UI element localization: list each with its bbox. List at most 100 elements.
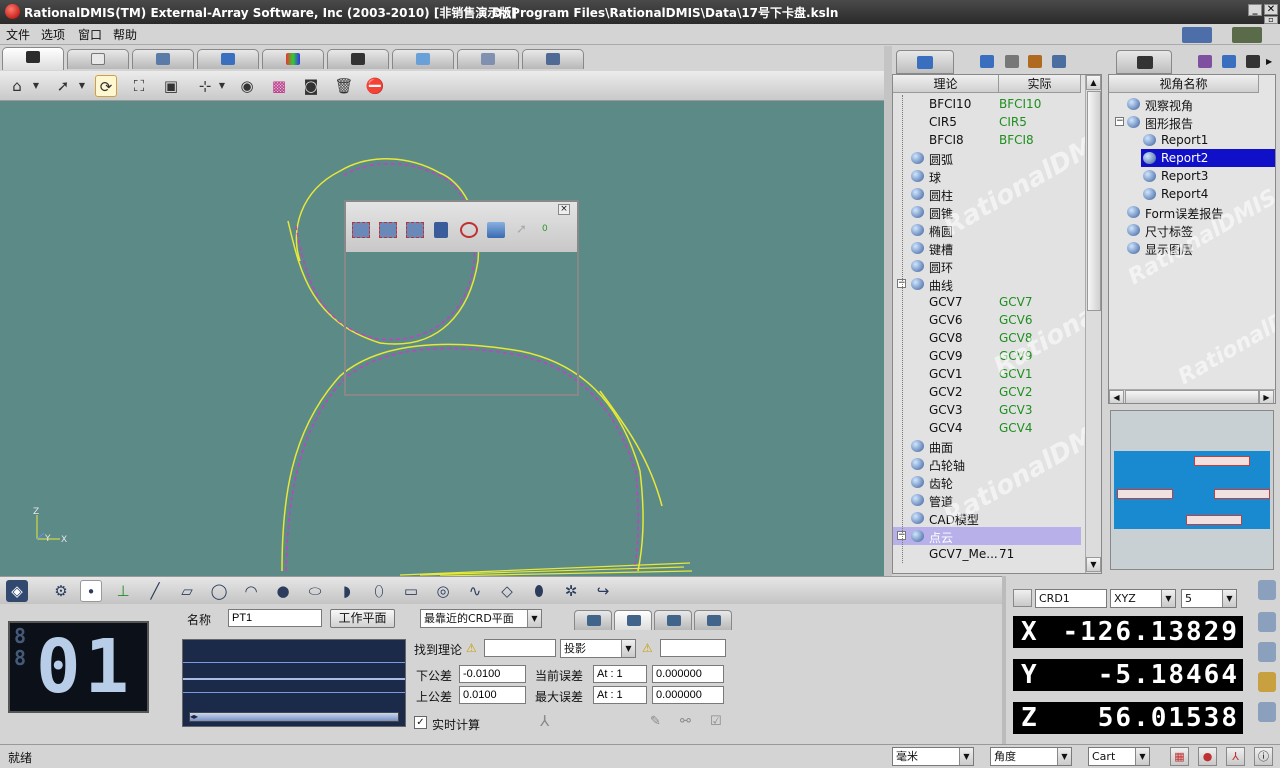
- cursor-icon[interactable]: ➚: [516, 222, 532, 238]
- probe-icon[interactable]: ⚙: [50, 580, 72, 602]
- restore-button[interactable]: ▫: [1264, 16, 1278, 24]
- axis-view-icon[interactable]: ⊹: [194, 75, 216, 97]
- tab-hand[interactable]: [327, 49, 389, 69]
- floating-toolbar-window[interactable]: × ➚ 0: [344, 200, 579, 396]
- column-header-view-name[interactable]: 视角名称: [1109, 75, 1259, 93]
- tree-row[interactable]: GCV3 GCV3: [893, 401, 1081, 419]
- projection-select[interactable]: 投影 ▼: [560, 639, 636, 658]
- shield-icon[interactable]: [1258, 702, 1276, 722]
- curve-preview-graph[interactable]: ◂▸: [182, 639, 406, 727]
- gear-icon[interactable]: [1258, 672, 1276, 692]
- zoom-fit-icon[interactable]: ⛶: [128, 75, 150, 97]
- tab-feature-settings[interactable]: [694, 610, 732, 630]
- scroll-thumb[interactable]: [1087, 91, 1101, 311]
- menu-help[interactable]: 帮助: [113, 26, 137, 43]
- eye-icon[interactable]: ◉: [236, 75, 258, 97]
- coord-mode-select[interactable]: Cart ▼: [1088, 747, 1150, 766]
- slot-icon[interactable]: ▭: [400, 580, 422, 602]
- zoom-window-icon[interactable]: ▣: [160, 75, 182, 97]
- label-icon[interactable]: [1028, 55, 1042, 68]
- surface-icon[interactable]: ◇: [496, 580, 518, 602]
- tree-row[interactable]: 键槽: [893, 239, 1081, 257]
- ellipse-icon[interactable]: ⬯: [368, 580, 390, 602]
- measure-mode-icon[interactable]: ◈: [6, 580, 28, 602]
- upper-tolerance-input[interactable]: [459, 686, 526, 704]
- report-preview[interactable]: [1110, 410, 1274, 570]
- view-tree-row[interactable]: Report1: [1141, 131, 1275, 149]
- delete-feature-icon[interactable]: ⛔: [364, 75, 386, 97]
- scroll-up-icon[interactable]: ▲: [1086, 75, 1101, 90]
- point-icon[interactable]: •: [80, 580, 102, 602]
- lock-icon[interactable]: [1013, 589, 1032, 607]
- feature-name-input[interactable]: [228, 609, 322, 627]
- chevron-down-icon[interactable]: ▼: [76, 75, 88, 97]
- view-tree-row[interactable]: 图形报告: [1125, 113, 1265, 131]
- chevron-down-icon[interactable]: ▼: [216, 75, 228, 97]
- tree-row[interactable]: BFCI10 BFCI10: [893, 95, 1081, 113]
- tree-row[interactable]: 椭圆: [893, 221, 1081, 239]
- cursor-icon[interactable]: ➚: [52, 75, 74, 97]
- feature-tree-panel[interactable]: 理论 实际 BFCI10 BFCI10 CIR5 CIR5 BFCI8 BFCI8 圆弧球圆…: [892, 74, 1102, 574]
- probe-path-icon[interactable]: ⅄: [540, 712, 549, 730]
- select-box-icon[interactable]: [352, 222, 370, 238]
- report-icon[interactable]: [1052, 55, 1066, 68]
- menu-window[interactable]: 窗口: [78, 26, 102, 43]
- tree-row[interactable]: CIR5 CIR5: [893, 113, 1081, 131]
- plane-icon[interactable]: ▱: [176, 580, 198, 602]
- crd-select[interactable]: CRD1: [1035, 589, 1107, 608]
- tree-row[interactable]: BFCI8 BFCI8: [893, 131, 1081, 149]
- arc-icon[interactable]: ◠: [240, 580, 262, 602]
- column-header-nominal[interactable]: 理论: [893, 75, 999, 93]
- tree-row[interactable]: 圆环: [893, 257, 1081, 275]
- menu-options[interactable]: 选项: [41, 26, 65, 43]
- chevron-right-icon[interactable]: ▶: [1266, 57, 1276, 67]
- tab-features[interactable]: [197, 49, 259, 69]
- realtime-checkbox[interactable]: ✓: [414, 716, 427, 729]
- feature-icon[interactable]: [980, 55, 994, 68]
- tab-views[interactable]: [1116, 50, 1172, 74]
- tab-document[interactable]: [67, 49, 129, 69]
- view-tree-row[interactable]: Report2: [1141, 149, 1275, 167]
- view-tree-panel[interactable]: 视角名称 观察视角 图形报告 − Report1 Report2 Report3 Repor…: [1108, 74, 1276, 404]
- tab-colors[interactable]: [262, 49, 324, 69]
- line-icon[interactable]: ╱: [144, 580, 166, 602]
- tree-row[interactable]: GCV1 GCV1: [893, 365, 1081, 383]
- view-tree-row[interactable]: Report3: [1141, 167, 1275, 185]
- tab-shapes[interactable]: [392, 49, 454, 69]
- angle-select[interactable]: 角度 ▼: [990, 747, 1072, 766]
- decimals-select[interactable]: 5 ▼: [1181, 589, 1237, 608]
- close-button[interactable]: ✕: [1264, 4, 1278, 15]
- tab-report[interactable]: [457, 49, 519, 69]
- trash-icon[interactable]: [434, 222, 448, 238]
- workplane-button[interactable]: 工作平面: [330, 609, 395, 628]
- splitter[interactable]: [1002, 576, 1006, 744]
- menu-file[interactable]: 文件: [6, 26, 30, 43]
- tree-row[interactable]: GCV2 GCV2: [893, 383, 1081, 401]
- scroll-left-icon[interactable]: ◀: [1109, 390, 1124, 403]
- crd-plane-select[interactable]: 最靠近的CRD平面 ▼: [420, 609, 542, 628]
- graphics-viewport[interactable]: Z X Y × ➚ 0: [0, 101, 884, 576]
- tolerance-icon[interactable]: [1005, 55, 1019, 68]
- camera-icon[interactable]: ◙: [300, 75, 322, 97]
- tool-icon[interactable]: ⅄: [1226, 747, 1245, 766]
- machine-icon[interactable]: [1232, 27, 1262, 43]
- cone-icon[interactable]: ◗: [336, 580, 358, 602]
- coordinate-system-icon[interactable]: ⊥: [112, 580, 134, 602]
- tab-probe[interactable]: [2, 47, 64, 70]
- find-nominal-input[interactable]: [484, 639, 556, 657]
- camera-icon[interactable]: [1246, 55, 1260, 68]
- projection-input[interactable]: [660, 639, 726, 657]
- column-header-actual[interactable]: 实际: [999, 75, 1081, 93]
- tree-row[interactable]: − 点云: [893, 527, 1081, 545]
- tab-table-settings[interactable]: [654, 610, 692, 630]
- scroll-right-icon[interactable]: ▶: [1259, 390, 1274, 403]
- tab-feature-tree[interactable]: [896, 50, 954, 74]
- probe-icon[interactable]: [1258, 580, 1276, 600]
- link-icon[interactable]: ⚯: [680, 714, 691, 729]
- info-icon[interactable]: ⓘ: [1254, 747, 1273, 766]
- scroll-thumb[interactable]: [1125, 390, 1259, 403]
- circle-icon[interactable]: ◯: [208, 580, 230, 602]
- camshaft-icon[interactable]: ⬮: [528, 580, 550, 602]
- minimize-button[interactable]: _: [1248, 4, 1262, 16]
- tab-probe-settings[interactable]: [574, 610, 612, 630]
